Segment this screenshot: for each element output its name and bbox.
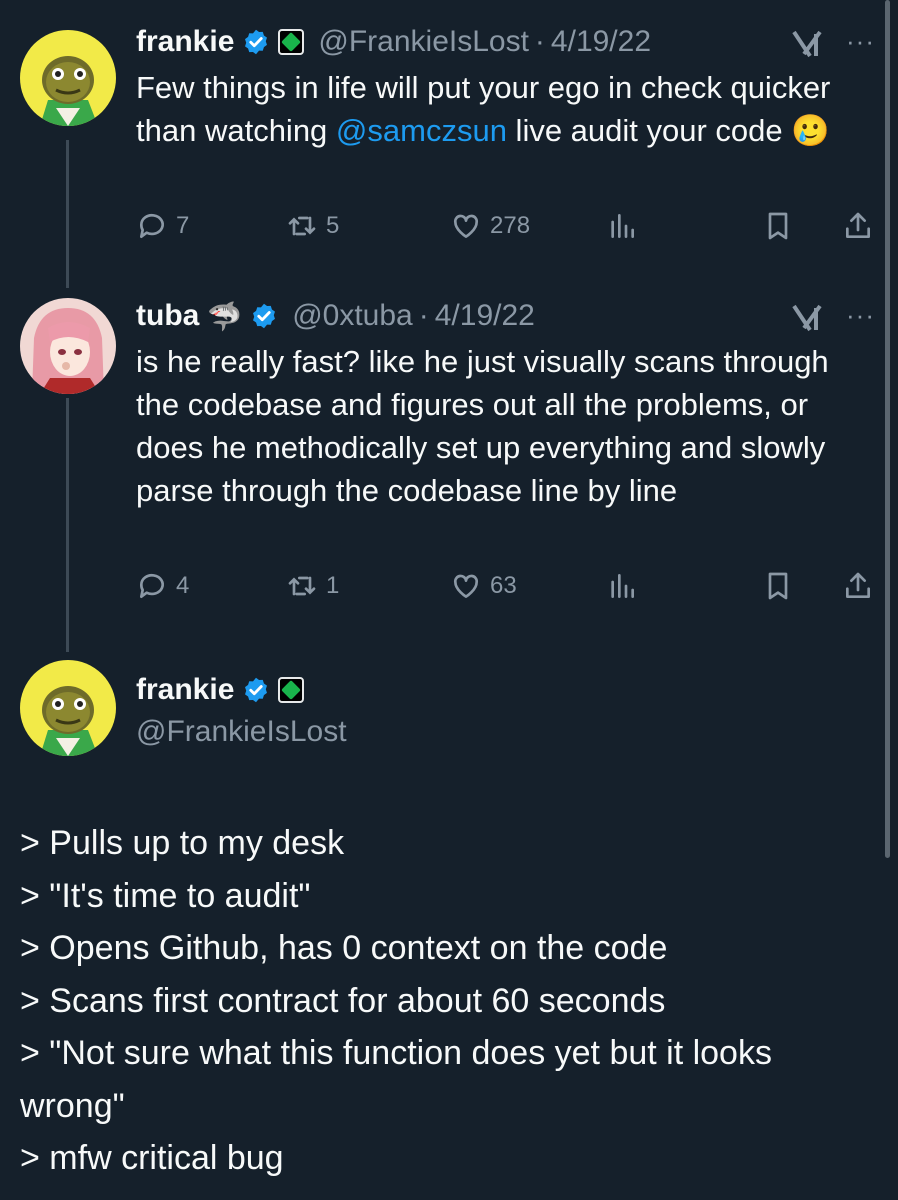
more-options-icon[interactable]: ···	[846, 300, 875, 331]
tweet-actions: 4 1 63	[136, 570, 876, 610]
like-button[interactable]: 278	[450, 210, 530, 242]
retweet-button[interactable]: 5	[286, 210, 339, 242]
share-icon	[846, 212, 870, 238]
mention-link[interactable]: @samczsun	[336, 113, 507, 148]
like-button[interactable]: 63	[450, 570, 517, 602]
thread-line	[66, 140, 69, 288]
text-line: > "Not sure what this function does yet …	[20, 1034, 782, 1125]
main-tweet-handle-row: @FrankieIsLost	[136, 710, 347, 754]
tweet-text: is he really fast? like he just visually…	[136, 344, 829, 508]
main-tweet-text: > Pulls up to my desk > "It's time to au…	[20, 817, 880, 1185]
reply-count: 4	[176, 572, 190, 599]
frankie-avatar[interactable]	[20, 660, 116, 756]
text-line: > "It's time to audit"	[20, 876, 311, 915]
tweet-actions: 7 5 278	[136, 210, 876, 250]
handle[interactable]: @FrankieIsLost	[136, 715, 347, 749]
text-line: > Opens Github, has 0 context on the cod…	[20, 929, 668, 967]
views-button[interactable]	[606, 570, 638, 602]
tweet-date[interactable]: 4/19/22	[435, 299, 535, 333]
reply-button[interactable]: 4	[136, 570, 189, 602]
tweet-text: Few things in life will put your ego in …	[136, 70, 831, 148]
separator-dot: ·	[418, 299, 429, 332]
main-tweet-name-row: frankie	[136, 668, 305, 712]
handle[interactable]: @FrankieIsLost	[318, 25, 529, 59]
display-name[interactable]: frankie	[136, 25, 234, 59]
text-line: > Scans first contract for about 60 seco…	[20, 981, 666, 1020]
tweet-header: tuba 🦈 @0xtuba · 4/19/22	[136, 294, 535, 338]
more-options-icon[interactable]: ···	[846, 26, 875, 57]
bookmark-button[interactable]	[762, 570, 794, 602]
handle[interactable]: @0xtuba	[292, 299, 413, 333]
like-icon	[453, 214, 479, 238]
tweet-header: frankie @FrankieIsLost · 4/19/22	[136, 20, 651, 64]
reply-icon	[139, 573, 164, 598]
display-name[interactable]: frankie	[136, 673, 234, 707]
thread-line	[66, 398, 69, 652]
tweet-date[interactable]: 4/19/22	[551, 25, 651, 59]
grok-icon[interactable]	[790, 298, 828, 336]
views-icon	[611, 214, 634, 238]
retweet-count: 5	[326, 212, 340, 239]
reply-button[interactable]: 7	[136, 210, 189, 242]
retweet-count: 1	[326, 572, 340, 599]
views-button[interactable]	[606, 210, 638, 242]
verified-badge-icon	[245, 677, 268, 703]
reply-count: 7	[176, 212, 190, 239]
tear-smile-emoji: 🥲	[791, 113, 830, 148]
grok-icon[interactable]	[790, 24, 828, 62]
affiliate-badge-icon	[278, 677, 305, 703]
verified-badge-icon	[245, 29, 268, 55]
display-name[interactable]: tuba	[136, 299, 199, 333]
shark-emoji: 🦈	[207, 300, 243, 332]
tuba-avatar[interactable]	[20, 298, 116, 394]
share-icon	[846, 572, 870, 598]
retweet-icon	[288, 576, 316, 596]
retweet-icon	[288, 216, 316, 236]
like-count: 63	[490, 572, 517, 599]
verified-badge-icon	[253, 303, 276, 329]
frankie-avatar[interactable]	[20, 30, 116, 126]
bookmark-button[interactable]	[762, 210, 794, 242]
retweet-button[interactable]: 1	[286, 570, 339, 602]
separator-dot: ·	[534, 25, 545, 58]
bookmark-icon	[768, 572, 788, 600]
views-icon	[611, 574, 634, 598]
affiliate-badge-icon	[278, 29, 305, 55]
share-button[interactable]	[842, 570, 874, 602]
scrollbar[interactable]	[885, 0, 890, 858]
reply-icon	[139, 213, 164, 238]
like-count: 278	[490, 212, 531, 239]
like-icon	[453, 574, 479, 598]
text-line: > Pulls up to my desk	[20, 824, 345, 862]
text-line: > mfw critical bug	[20, 1139, 284, 1177]
share-button[interactable]	[842, 210, 874, 242]
bookmark-icon	[768, 212, 788, 240]
